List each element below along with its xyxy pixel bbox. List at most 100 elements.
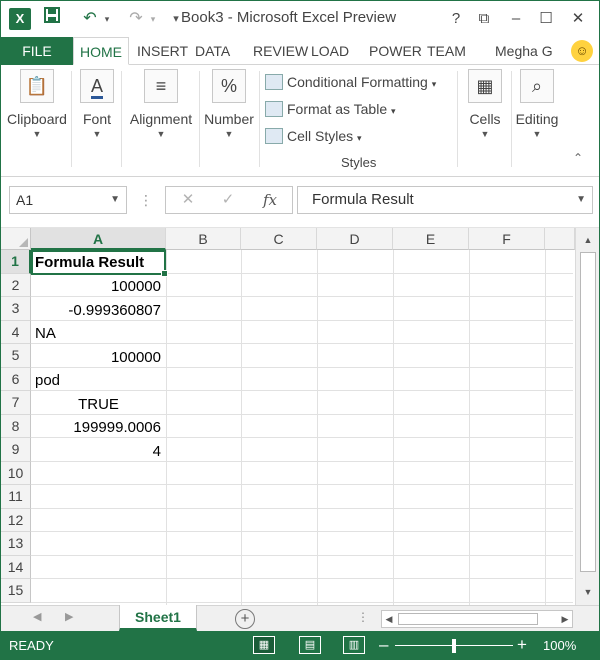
- cell-a2[interactable]: 100000: [32, 275, 165, 298]
- vertical-scrollbar[interactable]: ▲ ▼: [575, 228, 599, 605]
- formula-input[interactable]: Formula Result ▼: [297, 186, 593, 214]
- horizontal-scrollbar[interactable]: ◀ ▶: [381, 610, 573, 628]
- page-layout-view-icon[interactable]: ▤: [299, 636, 321, 654]
- redo-dropdown-icon[interactable]: ▾: [147, 7, 159, 31]
- select-all-button[interactable]: [1, 228, 31, 250]
- conditional-formatting-button[interactable]: Conditional Formatting ▾: [265, 71, 436, 93]
- close-icon[interactable]: ✕: [565, 7, 591, 31]
- row-header-8[interactable]: 8: [1, 414, 31, 438]
- undo-icon[interactable]: ↶: [79, 7, 101, 31]
- font-label: Font: [82, 111, 111, 127]
- cancel-icon[interactable]: ✕: [170, 187, 206, 213]
- ribbon-separator: [199, 71, 200, 167]
- resize-handle-icon[interactable]: ⋮: [139, 192, 153, 209]
- help-icon[interactable]: ?: [443, 7, 469, 31]
- user-name[interactable]: Megha G: [489, 37, 567, 65]
- cell-a7[interactable]: TRUE: [32, 393, 165, 416]
- sheet-prev-icon[interactable]: ◀: [33, 610, 41, 623]
- redo-icon[interactable]: ↷: [125, 7, 147, 31]
- cell-a8[interactable]: 199999.0006: [32, 416, 165, 439]
- tab-load[interactable]: LOAD: [305, 37, 355, 65]
- tab-split-handle-icon[interactable]: ⋮: [357, 610, 369, 624]
- tab-team[interactable]: TEAM: [421, 37, 472, 65]
- enter-icon[interactable]: ✓: [210, 187, 246, 213]
- gridline: [31, 601, 573, 603]
- scroll-right-icon[interactable]: ▶: [558, 611, 572, 627]
- name-box[interactable]: A1 ▼: [9, 186, 127, 214]
- column-header-partial[interactable]: [545, 228, 575, 250]
- row-header-1[interactable]: 1: [1, 250, 31, 274]
- gridline: [31, 554, 573, 556]
- clipboard-button[interactable]: 📋 Clipboard ▼: [5, 69, 69, 139]
- tab-data[interactable]: DATA: [189, 37, 236, 65]
- name-box-value: A1: [16, 192, 34, 208]
- row-header-2[interactable]: 2: [1, 273, 31, 297]
- row-header-4[interactable]: 4: [1, 320, 31, 344]
- maximize-icon[interactable]: ☐: [533, 7, 559, 31]
- sheet-next-icon[interactable]: ▶: [65, 610, 73, 623]
- row-header-6[interactable]: 6: [1, 367, 31, 391]
- cell-a3[interactable]: -0.999360807: [32, 299, 165, 322]
- font-button[interactable]: A Font ▼: [75, 69, 119, 139]
- zoom-in-icon[interactable]: +: [517, 636, 527, 654]
- column-header-c[interactable]: C: [241, 228, 317, 250]
- row-header-7[interactable]: 7: [1, 391, 31, 415]
- tab-home[interactable]: HOME: [73, 37, 129, 65]
- scroll-down-icon[interactable]: ▼: [580, 584, 596, 600]
- gridline: [31, 578, 573, 579]
- cell-a4[interactable]: NA: [32, 322, 165, 345]
- ribbon-display-icon[interactable]: ⧉: [471, 7, 497, 31]
- row-header-14[interactable]: 14: [1, 555, 31, 579]
- cell-a9[interactable]: 4: [32, 440, 165, 463]
- column-header-b[interactable]: B: [166, 228, 241, 250]
- tab-insert[interactable]: INSERT: [131, 37, 194, 65]
- page-break-view-icon[interactable]: ▥: [343, 636, 365, 654]
- minimize-icon[interactable]: –: [503, 7, 529, 31]
- row-header-5[interactable]: 5: [1, 344, 31, 368]
- save-icon[interactable]: [41, 7, 63, 31]
- row-header-15[interactable]: 15: [1, 579, 31, 603]
- formula-input-value: Formula Result: [312, 191, 414, 208]
- row-header-3[interactable]: 3: [1, 297, 31, 321]
- row-header-12[interactable]: 12: [1, 508, 31, 532]
- sheet-tab-sheet1[interactable]: Sheet1: [119, 605, 197, 631]
- row-header-13[interactable]: 13: [1, 532, 31, 556]
- cell-a6[interactable]: pod: [32, 369, 165, 392]
- zoom-out-icon[interactable]: –: [379, 636, 388, 654]
- row-header-9[interactable]: 9: [1, 438, 31, 462]
- editing-button[interactable]: ⌕ Editing ▼: [513, 69, 561, 139]
- cell-styles-button[interactable]: Cell Styles ▾: [265, 125, 362, 147]
- chevron-down-icon[interactable]: ▼: [576, 187, 586, 213]
- gridline: [393, 250, 394, 605]
- undo-dropdown-icon[interactable]: ▾: [101, 7, 113, 31]
- alignment-button[interactable]: ≡ Alignment ▼: [125, 69, 197, 139]
- add-sheet-icon[interactable]: +: [235, 609, 255, 629]
- row-header-10[interactable]: 10: [1, 461, 31, 485]
- normal-view-icon[interactable]: ▦: [253, 636, 275, 654]
- gridline: [241, 250, 242, 605]
- column-header-a[interactable]: A: [31, 228, 166, 250]
- insert-function-icon[interactable]: fx: [252, 187, 288, 213]
- active-cell-border: [31, 250, 168, 277]
- format-as-table-button[interactable]: Format as Table ▾: [265, 98, 396, 120]
- worksheet-grid[interactable]: A B C D E F 1 2 3 4 5 6 7 8 9 10 11 12 13 14 15 Formul…: [1, 228, 599, 605]
- smiley-feedback-icon[interactable]: ☺: [571, 40, 593, 62]
- cell-a5[interactable]: 100000: [32, 346, 165, 369]
- row-header-11[interactable]: 11: [1, 485, 31, 509]
- collapse-ribbon-icon[interactable]: ⌃: [573, 151, 583, 165]
- number-button[interactable]: % Number ▼: [201, 69, 257, 139]
- formula-bar: A1 ▼ ⋮ ✕ ✓ fx Formula Result ▼: [1, 178, 599, 228]
- cells-button[interactable]: ▦ Cells ▼: [461, 69, 509, 139]
- zoom-level[interactable]: 100%: [543, 638, 576, 653]
- tab-power[interactable]: POWER: [363, 37, 428, 65]
- chevron-down-icon[interactable]: ▼: [110, 187, 120, 213]
- scroll-left-icon[interactable]: ◀: [382, 611, 396, 627]
- zoom-slider-thumb[interactable]: [452, 639, 456, 653]
- scroll-up-icon[interactable]: ▲: [580, 232, 596, 248]
- column-header-e[interactable]: E: [393, 228, 469, 250]
- tab-file[interactable]: FILE: [1, 37, 73, 65]
- horizontal-scroll-thumb[interactable]: [398, 613, 538, 625]
- column-header-f[interactable]: F: [469, 228, 545, 250]
- column-header-d[interactable]: D: [317, 228, 393, 250]
- vertical-scroll-thumb[interactable]: [580, 252, 596, 572]
